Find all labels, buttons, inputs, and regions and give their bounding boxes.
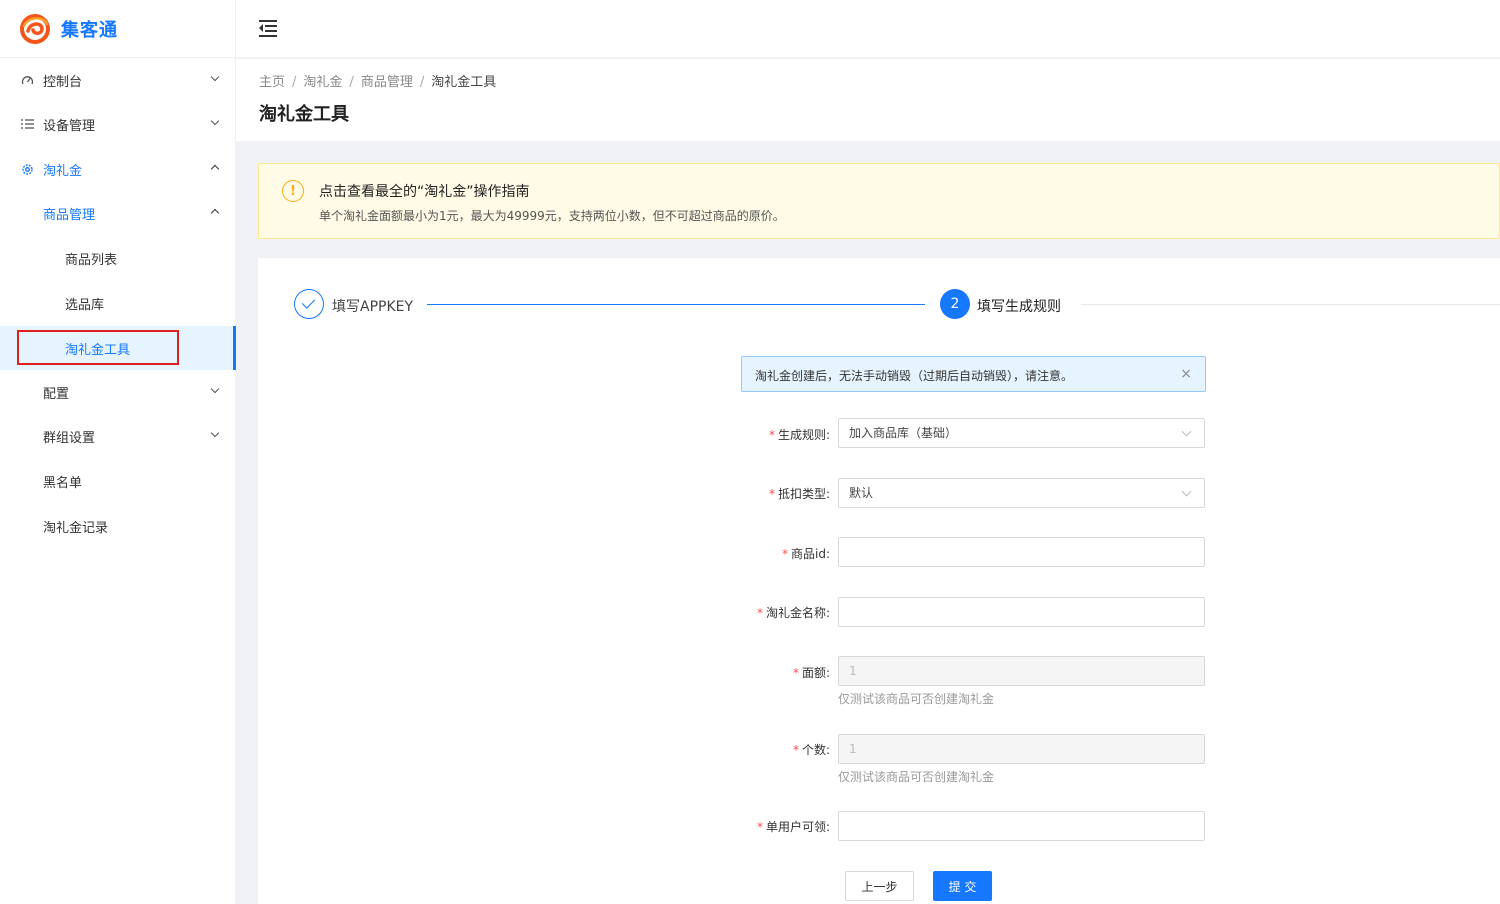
chevron-down-icon	[1181, 426, 1192, 437]
breadcrumb-item[interactable]: 淘礼金	[303, 75, 342, 90]
gear-icon	[20, 162, 34, 176]
sidebar-item-product-management[interactable]: 商品管理	[0, 191, 236, 235]
guide-link[interactable]: 点击查看最全的“淘礼金”操作指南	[319, 181, 530, 201]
sidebar-item-label: 淘礼金记录	[43, 520, 109, 536]
sidebar-item-devices[interactable]: 设备管理	[0, 102, 236, 146]
submit-button[interactable]: 提 交	[933, 871, 992, 901]
sidebar-item-label: 黑名单	[43, 475, 83, 491]
sidebar-item-label: 淘礼金	[43, 163, 83, 179]
breadcrumb-separator: /	[349, 75, 354, 90]
logo-icon	[20, 13, 50, 44]
chevron-up-icon	[210, 208, 220, 218]
item-id-input[interactable]	[838, 537, 1205, 567]
breadcrumb-item[interactable]: 主页	[259, 75, 285, 90]
app-name: 集客通	[61, 19, 118, 41]
dashboard-icon	[20, 73, 34, 87]
amount-input: 1	[838, 656, 1205, 686]
step-2-label: 填写生成规则	[977, 299, 1061, 315]
sidebar-item-selection-library[interactable]: 选品库	[0, 281, 236, 325]
deduct-type-label: * 抵扣类型:	[768, 487, 830, 501]
breadcrumb-item[interactable]: 商品管理	[361, 75, 413, 90]
chevron-down-icon	[1181, 486, 1192, 497]
rule-select[interactable]: 加入商品库（基础）	[838, 418, 1205, 448]
chevron-down-icon	[210, 72, 220, 82]
sidebar-item-product-list[interactable]: 商品列表	[0, 236, 236, 280]
chevron-down-icon	[210, 428, 220, 438]
breadcrumb-current: 淘礼金工具	[431, 75, 497, 90]
count-input: 1	[838, 734, 1205, 764]
exclamation-icon: !	[282, 180, 304, 202]
sidebar-item-label: 选品库	[65, 297, 105, 313]
gift-name-label: * 淘礼金名称:	[756, 606, 830, 620]
rule-select-value: 加入商品库（基础）	[849, 426, 958, 440]
amount-help: 仅测试该商品可否创建淘礼金	[838, 692, 995, 706]
deduct-type-select[interactable]: 默认	[838, 478, 1205, 508]
gift-name-input[interactable]	[838, 597, 1205, 627]
step-1-label[interactable]: 填写APPKEY	[332, 296, 413, 316]
step-connector	[427, 304, 925, 305]
rule-label: * 生成规则:	[768, 428, 830, 442]
logo[interactable]: 集客通	[0, 0, 235, 58]
page-header: 主页 / 淘礼金 / 商品管理 / 淘礼金工具 淘礼金工具	[236, 59, 1500, 141]
sidebar-item-taolijin-records[interactable]: 淘礼金记录	[0, 504, 236, 548]
sidebar-item-label: 设备管理	[43, 118, 96, 134]
list-icon	[20, 117, 34, 131]
warning-description: 单个淘礼金面额最小为1元，最大为49999元，支持两位小数，但不可超过商品的原价…	[319, 209, 785, 223]
sidebar-item-taolijin-tool[interactable]: 淘礼金工具	[0, 326, 236, 370]
close-icon[interactable]: ×	[1180, 366, 1192, 382]
breadcrumb-separator: /	[419, 75, 425, 90]
count-label: * 个数:	[792, 743, 830, 757]
breadcrumb-separator: /	[292, 75, 297, 90]
item-id-label: * 商品id:	[782, 547, 830, 561]
warning-alert: ! 点击查看最全的“淘礼金”操作指南 单个淘礼金面额最小为1元，最大为49999…	[258, 163, 1500, 239]
info-alert: 淘礼金创建后，无法手动销毁（过期后自动销毁），请注意。 ×	[741, 356, 1206, 392]
check-icon	[294, 289, 324, 319]
menu-fold-icon[interactable]	[259, 20, 277, 37]
chevron-down-icon	[210, 116, 220, 126]
sidebar-item-label: 商品列表	[65, 252, 118, 268]
step-connector	[1081, 304, 1500, 305]
per-user-label: * 单用户可领:	[756, 820, 830, 834]
page-title: 淘礼金工具	[259, 104, 349, 125]
sidebar-item-config[interactable]: 配置	[0, 370, 236, 414]
sidebar-item-label: 淘礼金工具	[65, 342, 131, 358]
info-alert-text: 淘礼金创建后，无法手动销毁（过期后自动销毁），请注意。	[755, 369, 1074, 383]
sidebar-item-label: 群组设置	[43, 430, 96, 446]
prev-step-button[interactable]: 上一步	[845, 871, 914, 901]
amount-label: * 面额:	[792, 666, 830, 680]
form-card: 填写APPKEY 2 填写生成规则 淘礼金创建后，无法手动销毁（过期后自动销毁）…	[258, 258, 1500, 904]
sidebar-item-label: 配置	[43, 386, 70, 402]
top-header	[236, 0, 1500, 58]
deduct-type-select-value: 默认	[849, 486, 874, 500]
sidebar-item-label: 控制台	[43, 74, 83, 90]
chevron-down-icon	[210, 384, 220, 394]
sidebar: 集客通 控制台 设备管理 淘礼金 商品管理 商品列表 选品库 淘礼金工具 配置	[0, 0, 236, 904]
sidebar-item-taolijin[interactable]: 淘礼金	[0, 147, 236, 191]
sidebar-item-label: 商品管理	[43, 207, 96, 223]
sidebar-item-blacklist[interactable]: 黑名单	[0, 459, 236, 503]
count-help: 仅测试该商品可否创建淘礼金	[838, 770, 995, 784]
sidebar-item-group-settings[interactable]: 群组设置	[0, 414, 236, 458]
per-user-input[interactable]	[838, 811, 1205, 841]
sidebar-item-dashboard[interactable]: 控制台	[0, 58, 236, 102]
step-2-number: 2	[940, 289, 970, 319]
breadcrumb: 主页 / 淘礼金 / 商品管理 / 淘礼金工具	[259, 71, 496, 90]
chevron-up-icon	[210, 164, 220, 174]
